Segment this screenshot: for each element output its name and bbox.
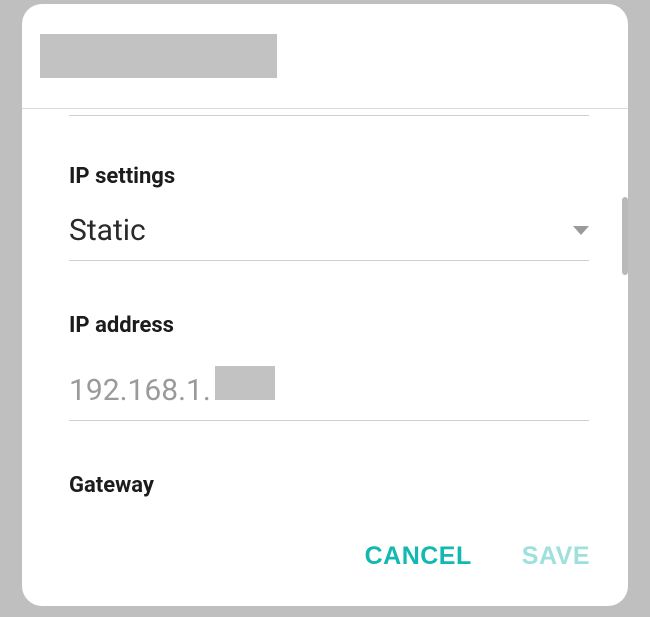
field-underline [69, 115, 589, 116]
scrollbar-thumb[interactable] [622, 197, 628, 275]
ip-address-placeholder-prefix: 192.168.1. [69, 373, 211, 408]
network-settings-dialog: None IP settings Static IP address 192.1… [22, 4, 628, 606]
dialog-scroll-area[interactable]: None IP settings Static IP address 192.1… [22, 109, 628, 506]
save-button[interactable]: SAVE [522, 542, 590, 571]
dialog-title-redacted [40, 34, 277, 78]
field-underline [69, 420, 589, 421]
ip-address-last-octet-redacted [215, 366, 275, 400]
dialog-footer: CANCEL SAVE [22, 506, 628, 606]
gateway-label: Gateway [69, 473, 581, 498]
previous-field-value-partial: None [69, 108, 581, 109]
chevron-down-icon [573, 226, 589, 235]
ip-settings-label: IP settings [69, 164, 581, 189]
dialog-header [22, 4, 628, 108]
cancel-button[interactable]: CANCEL [365, 542, 472, 571]
ip-address-input[interactable]: 192.168.1. [69, 366, 589, 408]
ip-settings-select[interactable]: Static [69, 213, 589, 248]
ip-address-label: IP address [69, 313, 581, 338]
dialog-body: None IP settings Static IP address 192.1… [22, 108, 628, 506]
field-underline [69, 260, 589, 261]
ip-settings-value: Static [69, 213, 146, 248]
